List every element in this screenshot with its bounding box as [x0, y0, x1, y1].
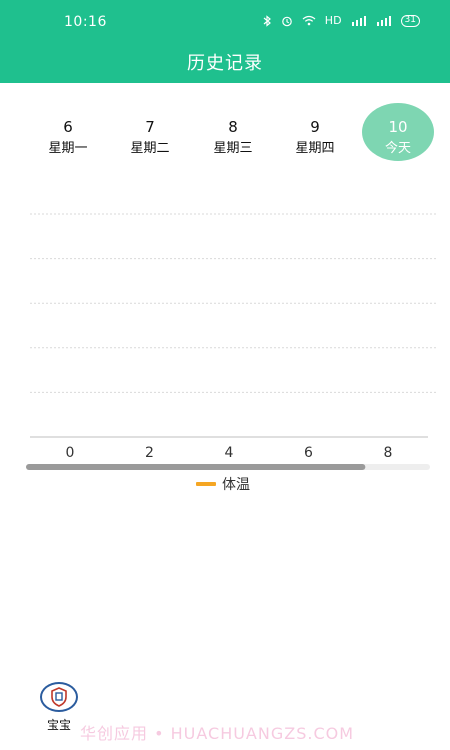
day-selector: 6 星期一 7 星期二 8 星期三 9 星期四 10 今天 [0, 103, 450, 163]
day-number: 8 [228, 118, 238, 136]
status-bar: 10:16 HD 31 [0, 0, 450, 40]
day-label: 星期四 [295, 141, 335, 156]
day-label: 今天 [384, 141, 411, 156]
day-item-today[interactable]: 10 今天 [362, 103, 434, 161]
day-label: 星期三 [213, 141, 253, 156]
legend-label: 体温 [222, 477, 250, 493]
day-item[interactable]: 9 星期四 [278, 103, 352, 163]
day-number: 7 [145, 118, 155, 136]
chart-canvas: 0 2 4 6 8 [26, 213, 438, 470]
chart-legend: 体温 [196, 474, 250, 494]
status-time: 10:16 [64, 14, 107, 30]
day-item[interactable]: 6 星期一 [31, 103, 105, 163]
day-number: 10 [388, 118, 408, 136]
x-tick-label: 2 [145, 445, 154, 461]
x-tick-label: 6 [304, 445, 313, 461]
legend-swatch [196, 482, 216, 486]
day-number: 6 [63, 118, 73, 136]
network-label: HD [324, 14, 342, 27]
x-tick-label: 4 [225, 445, 234, 461]
shield-logo-icon [40, 682, 78, 712]
status-icons: HD 31 [262, 14, 420, 27]
signal-icon [351, 15, 367, 26]
day-label: 星期一 [48, 141, 88, 156]
battery-icon: 31 [400, 14, 420, 27]
watermark: 华创应用 • HUACHUANGZS.COM [80, 724, 355, 743]
day-item[interactable]: 7 星期二 [113, 103, 187, 163]
bottom-nav-item-baby[interactable]: 宝宝 [36, 682, 82, 733]
temperature-chart: 0 2 4 6 8 [0, 200, 450, 480]
signal-icon-2 [376, 15, 392, 26]
x-tick-label: 0 [66, 445, 75, 461]
day-label: 星期二 [130, 141, 170, 156]
header: 10:16 HD 31 历史记录 [0, 0, 450, 83]
chart-scrollbar-thumb[interactable] [26, 464, 366, 470]
bluetooth-icon [262, 14, 272, 27]
day-item[interactable]: 8 星期三 [196, 103, 270, 163]
x-tick-label: 8 [384, 445, 393, 461]
alarm-icon [281, 15, 293, 27]
day-number: 9 [310, 118, 320, 136]
page-title: 历史记录 [187, 53, 263, 74]
bottom-nav-label: 宝宝 [46, 718, 71, 732]
wifi-icon [302, 15, 316, 26]
